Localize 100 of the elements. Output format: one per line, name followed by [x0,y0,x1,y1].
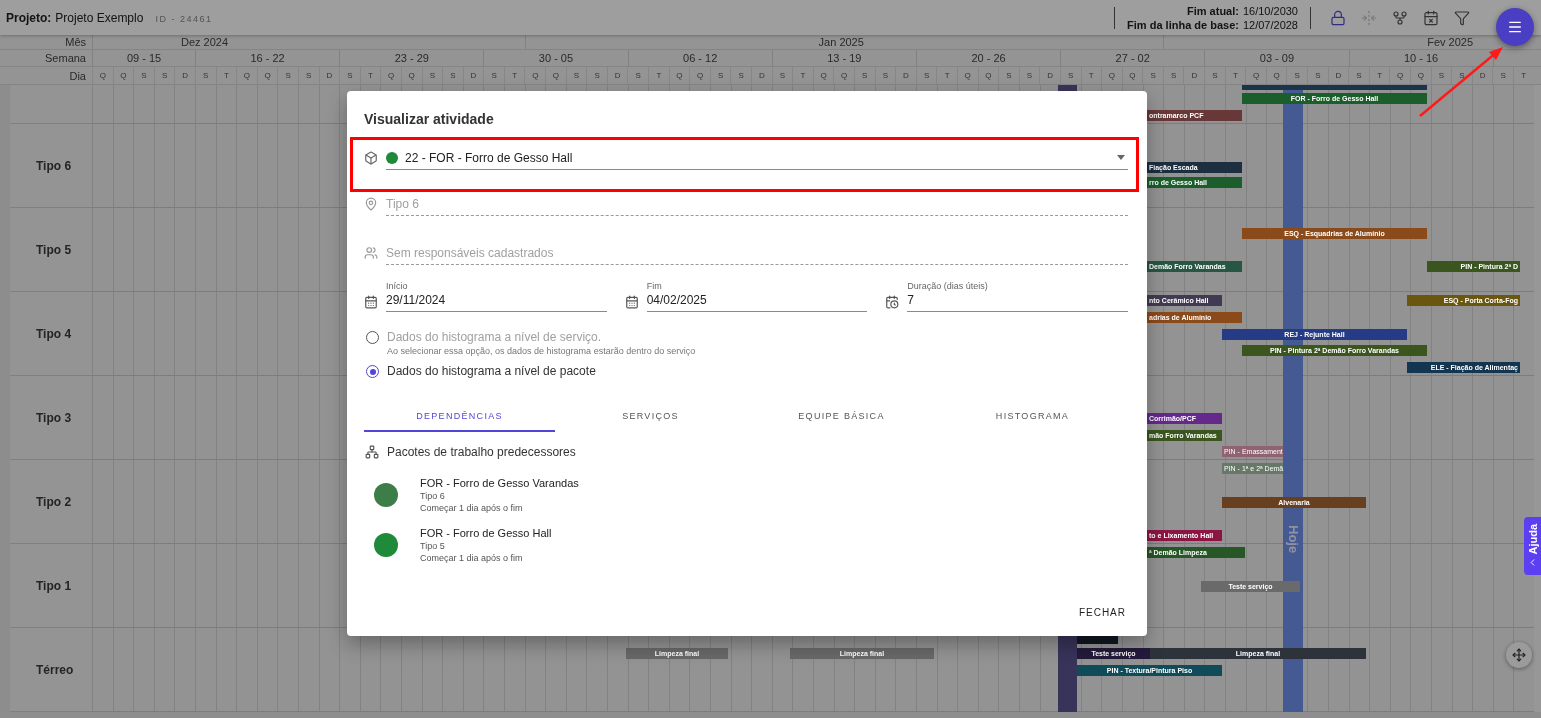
close-button[interactable]: FECHAR [1068,601,1136,624]
day-letter: S [862,71,868,80]
day-letter: D [903,71,909,80]
day-letter: S [573,71,580,80]
day-letter: T [512,71,518,80]
day-letter: T [800,71,806,80]
dependency-rule: Começar 1 dia após o fim [420,503,524,513]
day-letter: S [779,71,786,80]
package-name: FOR - Forro de Gesso Hall [420,527,552,539]
week-label: 09 - 15 [126,52,162,64]
day-letter: T [944,71,950,80]
month-label: Fev 2025 [1427,36,1474,48]
row-label: Tipo 1 [36,578,72,593]
today-label: Hoje [1286,525,1301,554]
day-letter: Q [1129,71,1136,80]
baseline-end-date: 12/07/2028 [1242,17,1298,32]
day-letter: Q [820,71,827,80]
day-letter: T [656,71,662,80]
day-letter: T [1377,71,1383,80]
day-letter: S [450,71,456,80]
day-letter: T [1233,71,1238,80]
week-label: 27 - 02 [1115,52,1150,64]
day-letter: Q [532,71,539,80]
network-icon [365,445,379,459]
day-letter: S [1006,71,1012,80]
day-letter: Q [264,71,271,80]
current-end-label: Fim atual: [1187,3,1239,18]
day-letter: S [738,71,744,80]
branch-icon[interactable] [1391,8,1409,27]
month-label: Dez 2024 [181,36,229,48]
day-letter: S [141,71,147,80]
day-letter: D [470,71,477,80]
project-name: Projeto Exemplo [55,10,144,25]
calendar-x-icon[interactable] [1422,8,1440,27]
row-label: Tipo 5 [36,242,72,257]
day-letter: S [594,71,600,80]
day-letter: S [882,71,889,80]
day-letter: S [1026,71,1033,80]
day-letter: Q [99,71,106,80]
row-label: Térreo [36,662,74,677]
day-letter: Q [985,71,992,80]
date-field[interactable]: Fim 04/02/2025 [646,281,868,312]
day-letter: Q [552,71,559,80]
package-location: Tipo 6 [420,491,446,501]
option-label: Dados do histograma a nível de serviço. [387,330,603,344]
activity-select[interactable]: 22 - FOR - Forro de Gesso Hall [386,146,1128,170]
day-letter: S [1500,71,1506,80]
caret-icon [1117,155,1125,160]
tab[interactable]: EQUIPE BÁSICA [746,402,937,432]
day-letter: Q [696,71,704,80]
section-title: Pacotes de trabalho predecessores [387,445,576,459]
day-letter: D [1047,71,1053,80]
tab[interactable]: DEPENDÊNCIAS [364,402,555,432]
row-label: Tipo 4 [36,326,72,341]
day-letter: T [1521,71,1527,80]
lock-icon[interactable] [1329,8,1347,27]
date-field[interactable]: Início 29/11/2024 [386,281,607,312]
day-letter: Q [1108,71,1115,80]
day-letter: Q [120,71,127,80]
tab[interactable]: HISTOGRAMA [937,402,1128,432]
week-label: 23 - 29 [394,52,429,64]
project-id: ID - 24461 [155,13,213,24]
day-letter: S [635,71,641,80]
package-name: FOR - Forro de Gesso Varandas [420,477,579,489]
day-letter: S [1459,71,1465,80]
day-letter: D [1335,71,1342,80]
tab[interactable]: SERVIÇOS [555,402,746,432]
option-label: Dados do histograma a nível de pacote [387,364,596,378]
week-label: 30 - 05 [538,52,574,64]
day-letter: Q [1252,71,1260,80]
day-letter: S [161,71,168,80]
day-letter: Q [388,71,395,80]
filter-icon[interactable] [1453,8,1471,27]
day-letter: Q [243,71,251,80]
week-label: 10 - 16 [1403,52,1439,64]
day-letter: S [1315,71,1321,80]
month-label: Jan 2025 [818,36,864,48]
day-letter: D [182,71,189,80]
day-letter: S [1438,71,1445,80]
project-label: Projeto: [6,10,52,25]
day-letter: S [1171,71,1177,80]
week-label: 13 - 19 [827,52,862,64]
row-label: Tipo 6 [36,158,72,173]
move-icon [1512,648,1526,662]
week-label: 16 - 22 [250,52,285,64]
day-letter: S [429,71,435,80]
day-letter: S [1212,71,1218,80]
day-letter: D [1479,71,1486,80]
help-tab[interactable]: Ajuda [1524,517,1541,575]
day-letter: S [1068,71,1074,80]
day-letter: S [203,71,209,80]
day-letter: S [347,71,353,80]
duration-field[interactable]: Duração (dias úteis) 7 [907,281,1128,312]
day-letter: T [368,71,373,80]
day-letter: S [923,71,930,80]
header-label: Dia [68,68,87,84]
day-letter: D [1191,71,1198,80]
day-letter: S [1356,71,1362,80]
package-icon [364,151,378,165]
package-location: Tipo 5 [420,541,446,551]
